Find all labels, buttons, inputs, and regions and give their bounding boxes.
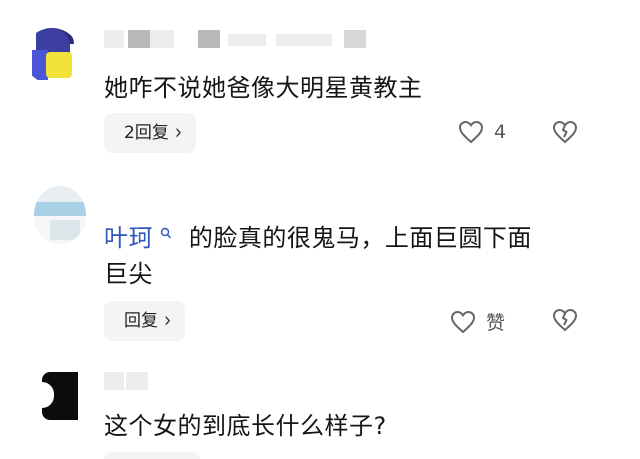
heart-outline-icon — [450, 310, 476, 333]
comment-text-line2: 巨尖 — [104, 260, 153, 288]
reply-button[interactable]: 回复 › — [104, 301, 186, 341]
comment-text: 她咋不说她爸像大明星黄教主 — [104, 74, 423, 102]
broken-heart-icon[interactable] — [552, 308, 578, 332]
comment-text: 叶珂 的脸真的很鬼马，上面巨圆下面 — [104, 220, 532, 256]
chevron-right-icon: › — [174, 119, 183, 145]
reply-label: 2回复 — [124, 123, 169, 143]
reply-button[interactable]: 2回复 › — [104, 113, 197, 153]
comment-text-line1: 的脸真的很鬼马，上面巨圆下面 — [188, 224, 532, 252]
search-icon — [155, 227, 177, 244]
like-label: 赞 — [486, 312, 506, 334]
reply-button[interactable] — [104, 452, 200, 459]
avatar[interactable] — [34, 186, 86, 244]
like-count: 4 — [494, 121, 507, 143]
avatar[interactable] — [34, 372, 78, 420]
reply-label: 回复 — [124, 311, 158, 331]
avatar[interactable] — [24, 28, 80, 84]
comment-text: 这个女的到底长什么样子? — [104, 412, 387, 440]
heart-outline-icon — [458, 120, 484, 144]
mention-link[interactable]: 叶珂 — [104, 224, 177, 252]
chevron-right-icon: › — [164, 307, 172, 333]
like-button[interactable]: 赞 — [450, 308, 505, 335]
broken-heart-icon[interactable] — [552, 120, 578, 144]
like-button[interactable]: 4 — [458, 120, 506, 144]
